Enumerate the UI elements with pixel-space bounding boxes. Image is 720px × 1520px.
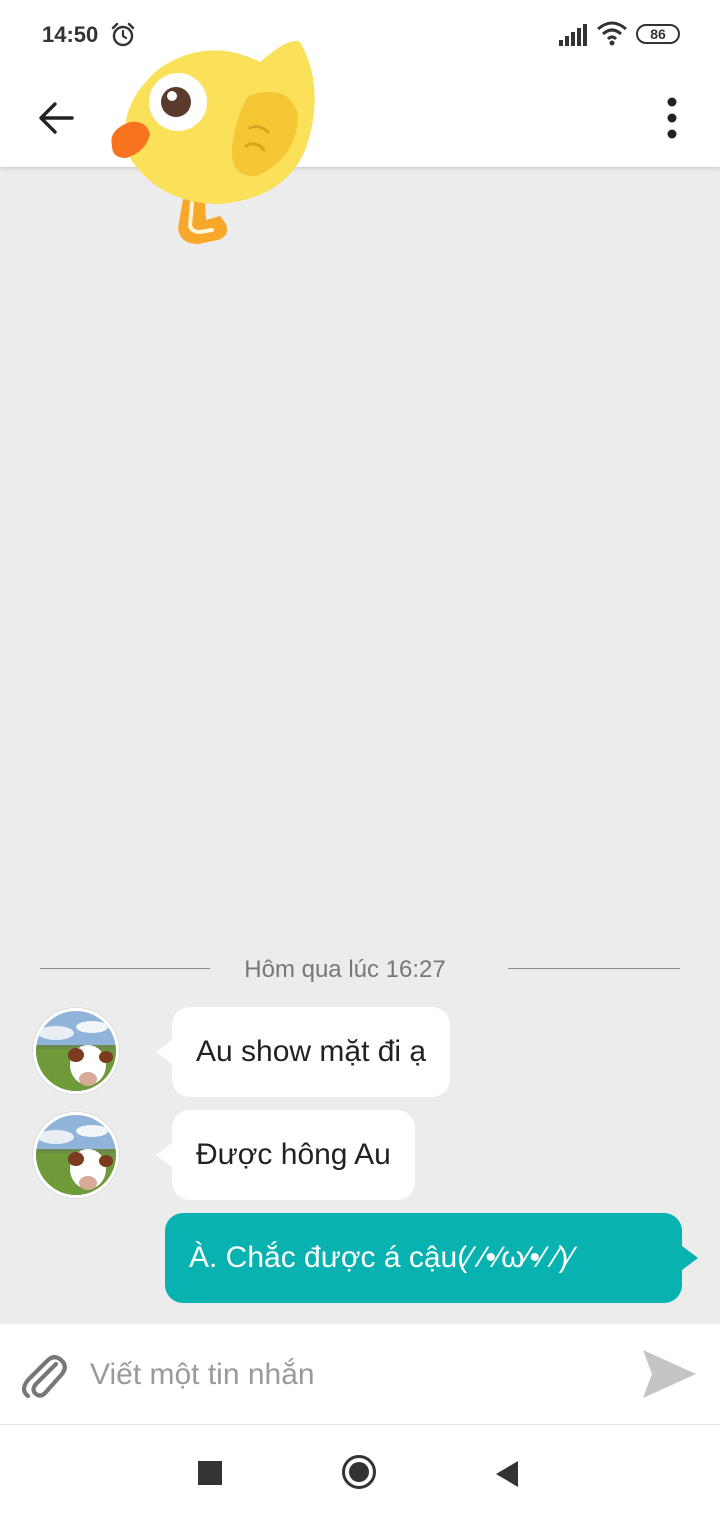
battery-icon: 86 bbox=[636, 24, 680, 44]
system-back-button[interactable] bbox=[494, 1460, 520, 1488]
date-divider-text: Hôm qua lúc 16:27 bbox=[244, 956, 446, 983]
avatar[interactable] bbox=[33, 1112, 119, 1198]
signal-icon bbox=[559, 24, 587, 46]
date-divider: Hôm qua lúc 16:27 bbox=[40, 952, 680, 988]
back-button[interactable] bbox=[30, 90, 86, 146]
send-button[interactable] bbox=[640, 1346, 698, 1402]
wifi-icon bbox=[597, 21, 627, 46]
message-composer bbox=[0, 1324, 720, 1425]
attach-button[interactable] bbox=[18, 1350, 70, 1402]
duck-mascot-icon bbox=[111, 40, 315, 244]
arrow-left-icon bbox=[39, 102, 74, 134]
cow-avatar-image bbox=[36, 1115, 116, 1195]
recents-button[interactable] bbox=[198, 1461, 222, 1485]
message-bubble-outgoing[interactable]: À. Chắc được á cậu(⁄ ⁄•⁄ω⁄•⁄ ⁄)⁄ bbox=[165, 1213, 698, 1303]
divider-line-right bbox=[508, 968, 680, 969]
message-text: À. Chắc được á cậu(⁄ ⁄•⁄ω⁄•⁄ ⁄)⁄ bbox=[189, 1241, 574, 1274]
paperclip-icon bbox=[21, 1355, 67, 1399]
more-options-button[interactable] bbox=[648, 90, 696, 146]
avatar[interactable] bbox=[33, 1008, 119, 1094]
cow-avatar-image bbox=[36, 1011, 116, 1091]
message-bubble-incoming[interactable]: Au show mặt đi ạ bbox=[155, 1007, 451, 1097]
system-nav-bar bbox=[0, 1425, 720, 1520]
message-bubble-incoming[interactable]: Được hông Au bbox=[156, 1110, 415, 1200]
status-time: 14:50 bbox=[42, 22, 99, 47]
message-text: Au show mặt đi ạ bbox=[196, 1035, 427, 1068]
message-input[interactable] bbox=[88, 1344, 612, 1406]
battery-level: 86 bbox=[650, 26, 666, 42]
send-icon bbox=[643, 1350, 696, 1398]
message-text: Được hông Au bbox=[196, 1138, 391, 1171]
home-button[interactable] bbox=[341, 1454, 377, 1490]
more-vertical-icon bbox=[667, 97, 677, 139]
